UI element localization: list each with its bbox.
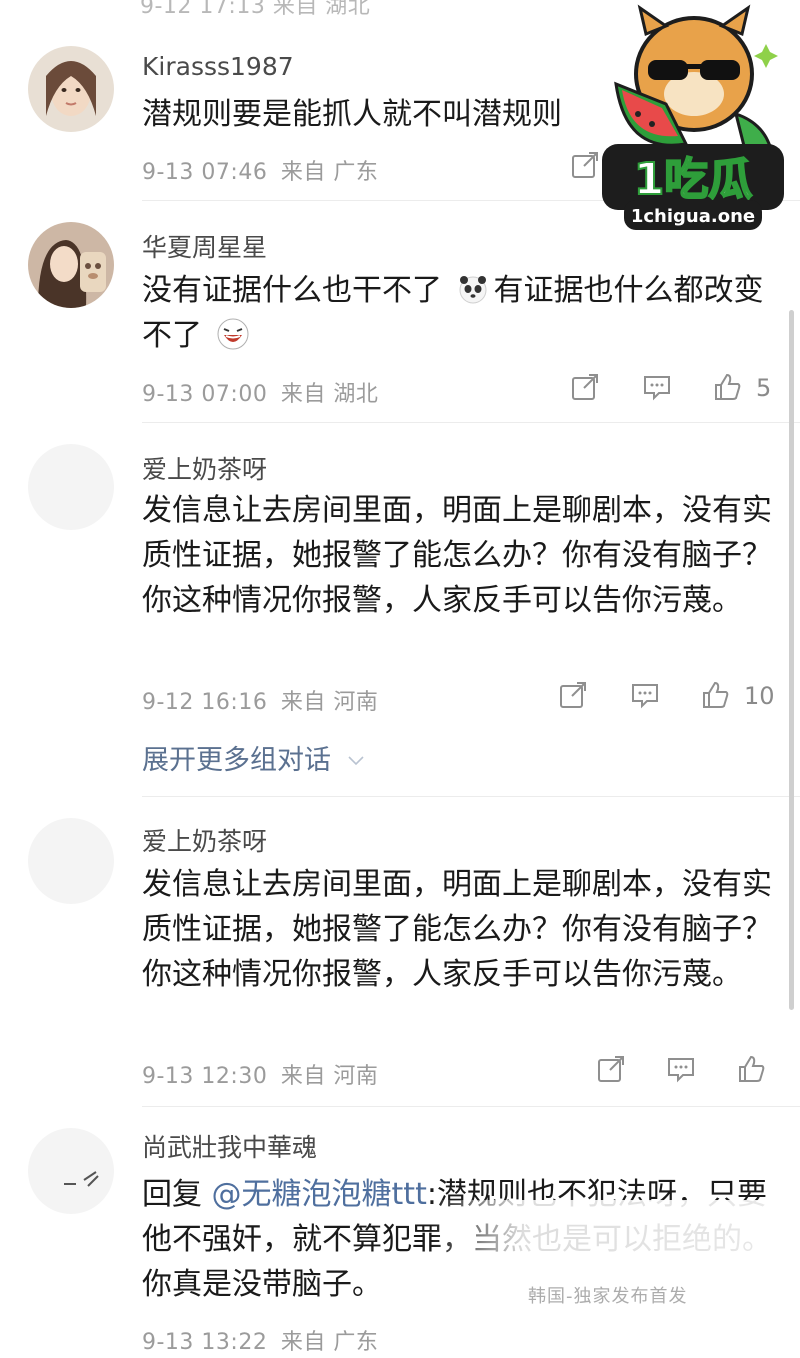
- username[interactable]: 爱上奶茶呀: [142, 822, 267, 858]
- comment-location: 来自 河南: [280, 690, 379, 715]
- like-icon[interactable]: [700, 680, 730, 710]
- avatar[interactable]: [28, 46, 114, 132]
- comment-time: 9-13 13:22: [142, 1330, 268, 1355]
- comment-location: 来自 湖北: [280, 382, 379, 407]
- laughing-emoji-icon: [217, 318, 249, 350]
- share-icon[interactable]: [596, 1054, 626, 1084]
- comment-meta: 9-13 12:30 来自 河南: [142, 1058, 378, 1090]
- comment-icon[interactable]: [666, 1054, 696, 1084]
- expand-more-conversation[interactable]: 展开更多组对话: [142, 738, 366, 777]
- avatar[interactable]: [28, 818, 114, 904]
- comment-meta: 9-12 16:16 来自 河南: [142, 684, 378, 716]
- avatar[interactable]: [28, 222, 114, 308]
- previous-comment-meta: 9-12 17:13 来自 湖北: [140, 0, 371, 19]
- panda-emoji-icon: [459, 276, 487, 304]
- scrollbar[interactable]: [789, 310, 794, 1010]
- comment-location: 来自 广东: [280, 1330, 379, 1355]
- comment-meta: 9-13 07:46 来自 广东: [142, 154, 378, 186]
- faded-watermark-text: 韩国-独家发布首发: [528, 1286, 688, 1307]
- username[interactable]: Kirasss1987: [142, 52, 294, 81]
- comment-text: 没有证据什么也干不了 有证据也什么都改变不了: [142, 268, 782, 358]
- comment-location: 来自 河南: [280, 1064, 379, 1089]
- comment-text: 发信息让去房间里面，明面上是聊剧本，没有实质性证据，她报警了能怎么办？你有没有脑…: [142, 493, 772, 618]
- username[interactable]: 尚武壯我中華魂: [142, 1128, 317, 1164]
- watermark-url: 1chigua.one: [631, 206, 755, 227]
- comment-meta: 9-13 13:22 来自 广东: [142, 1324, 378, 1356]
- comment-time: 9-12 16:16: [142, 690, 268, 715]
- comment-actions: [596, 1054, 776, 1088]
- avatar[interactable]: [28, 444, 114, 530]
- mention-link[interactable]: @无糖泡泡糖ttt: [212, 1177, 427, 1212]
- site-watermark-logo: 1吃瓜 1chigua.one: [596, 4, 790, 234]
- comment-item: 爱上奶茶呀 发信息让去房间里面，明面上是聊剧本，没有实质性证据，她报警了能怎么办…: [0, 422, 800, 794]
- comment-text: 发信息让去房间里面，明面上是聊剧本，没有实质性证据，她报警了能怎么办？你有没有脑…: [142, 867, 772, 992]
- comment-text-part: 没有证据什么也干不了: [142, 273, 442, 308]
- username[interactable]: 爱上奶茶呀: [142, 450, 267, 486]
- comment-location: 来自 广东: [280, 160, 379, 185]
- comment-icon[interactable]: [630, 680, 660, 710]
- comment-meta: 9-13 07:00 来自 湖北: [142, 376, 378, 408]
- like-count: 5: [756, 374, 772, 402]
- username[interactable]: 华夏周星星: [142, 228, 267, 264]
- image-blur-overlay: [430, 1200, 800, 1340]
- comment-icon[interactable]: [642, 372, 672, 402]
- comment-time: 9-13 12:30: [142, 1064, 268, 1089]
- like-icon[interactable]: [736, 1054, 766, 1084]
- comment-actions: 5: [570, 372, 790, 406]
- reply-prefix: 回复: [142, 1177, 202, 1212]
- comment-actions: 10: [558, 680, 790, 714]
- like-icon[interactable]: [712, 372, 742, 402]
- expand-label: 展开更多组对话: [142, 745, 331, 776]
- comment-time: 9-13 07:00: [142, 382, 268, 407]
- like-count: 10: [744, 682, 775, 710]
- share-icon[interactable]: [558, 680, 588, 710]
- share-icon[interactable]: [570, 372, 600, 402]
- comment-time: 9-13 07:46: [142, 160, 268, 185]
- comment-item: 爱上奶茶呀 发信息让去房间里面，明面上是聊剧本，没有实质性证据，她报警了能怎么办…: [0, 796, 800, 1106]
- watermark-brand: 1吃瓜: [634, 154, 753, 205]
- chevron-down-icon: [348, 756, 364, 766]
- avatar[interactable]: [28, 1128, 114, 1214]
